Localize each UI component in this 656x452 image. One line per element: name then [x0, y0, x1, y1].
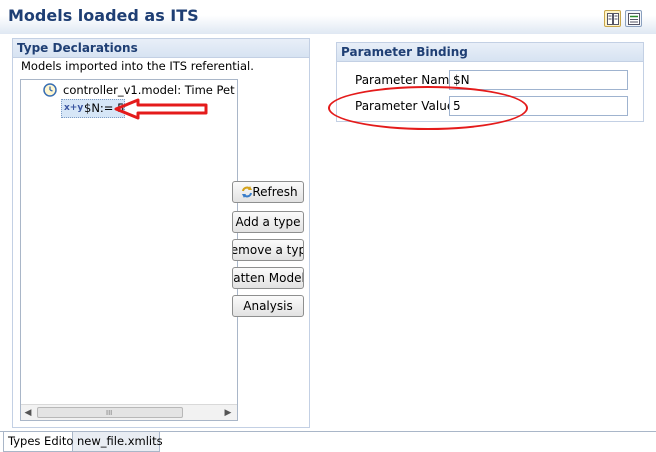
scroll-left-arrow-icon[interactable]: ◀ — [23, 408, 33, 418]
scrollbar-grip: III — [106, 409, 113, 417]
remove-type-button[interactable]: Remove a type — [232, 239, 304, 261]
tree-item-label: controller_v1.model: Time Pet — [63, 83, 235, 97]
remove-type-button-label: Remove a type — [232, 243, 303, 257]
form-layout-icon[interactable] — [604, 10, 621, 27]
analysis-button-label: Analysis — [243, 299, 293, 313]
scrollbar-thumb[interactable]: III — [37, 407, 183, 418]
models-tree[interactable]: controller_v1.model: Time Pet x+y $N:= 5… — [20, 79, 238, 421]
annotation-arrow-icon — [114, 98, 208, 120]
add-type-button[interactable]: Add a type — [232, 211, 304, 233]
refresh-button[interactable]: Refresh — [232, 181, 304, 203]
tab-types-editor[interactable]: Types Editor — [3, 432, 78, 452]
model-clock-icon — [43, 83, 57, 101]
flatten-model-button[interactable]: Flatten Model — [232, 267, 304, 289]
type-declarations-description: Models imported into the ITS referential… — [21, 59, 254, 73]
analysis-button[interactable]: Analysis — [232, 295, 304, 317]
type-declarations-section: Type Declarations Models imported into t… — [12, 38, 310, 428]
flatten-model-button-label: Flatten Model — [233, 271, 304, 285]
parameter-name-label: Parameter Name — [355, 73, 457, 87]
parameter-name-field[interactable]: $N — [449, 70, 628, 90]
scroll-right-arrow-icon[interactable]: ▶ — [223, 408, 233, 418]
refresh-icon — [240, 185, 254, 202]
add-type-button-label: Add a type — [235, 215, 301, 229]
parameter-icon: x+y — [64, 103, 84, 113]
type-declarations-title: Type Declarations — [13, 39, 309, 58]
horizontal-scrollbar[interactable]: ◀ III ▶ — [21, 404, 237, 420]
annotation-ellipse — [328, 86, 528, 130]
parameter-binding-title: Parameter Binding — [337, 43, 643, 62]
list-layout-icon[interactable] — [625, 10, 642, 27]
page-title: Models loaded as ITS — [8, 6, 199, 25]
tab-new-file-xmlits[interactable]: new_file.xmlits — [73, 432, 163, 452]
